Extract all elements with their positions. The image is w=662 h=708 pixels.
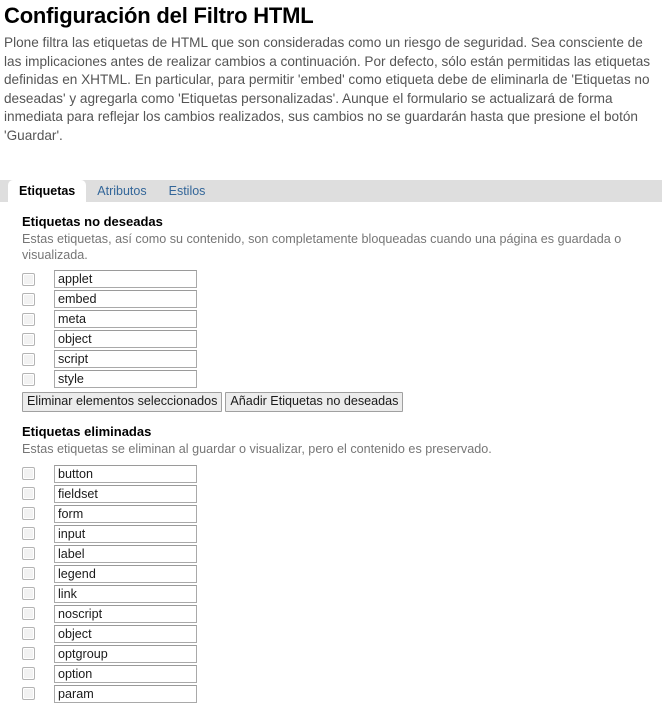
list-item bbox=[22, 484, 662, 504]
list-item bbox=[22, 349, 662, 369]
tag-list-no-deseadas bbox=[22, 263, 662, 389]
tag-value-input[interactable] bbox=[54, 504, 197, 523]
list-item bbox=[22, 584, 662, 604]
list-item bbox=[22, 464, 662, 484]
tag-value-input[interactable] bbox=[54, 290, 197, 308]
tag-value-input[interactable] bbox=[54, 270, 197, 288]
tag-value-input[interactable] bbox=[54, 310, 197, 328]
list-item bbox=[22, 524, 662, 544]
list-item bbox=[22, 504, 662, 524]
row-checkbox[interactable] bbox=[22, 527, 35, 540]
list-item bbox=[22, 644, 662, 664]
row-checkbox[interactable] bbox=[22, 292, 35, 306]
tab-etiquetas[interactable]: Etiquetas bbox=[8, 180, 87, 202]
row-checkbox[interactable] bbox=[22, 547, 35, 560]
row-checkbox[interactable] bbox=[22, 372, 35, 386]
list-item bbox=[22, 684, 662, 704]
row-checkbox[interactable] bbox=[22, 587, 35, 600]
list-item bbox=[22, 309, 662, 329]
row-checkbox[interactable] bbox=[22, 272, 35, 286]
row-checkbox[interactable] bbox=[22, 687, 35, 700]
tab-estilos[interactable]: Estilos bbox=[158, 180, 217, 202]
row-checkbox[interactable] bbox=[22, 647, 35, 660]
list-item bbox=[22, 269, 662, 289]
page-title: Configuración del Filtro HTML bbox=[4, 3, 314, 28]
section-description: Estas etiquetas, así como su contenido, … bbox=[22, 232, 622, 262]
tag-value-input[interactable] bbox=[54, 644, 197, 663]
tag-value-input[interactable] bbox=[54, 544, 197, 563]
list-item bbox=[22, 624, 662, 644]
list-item bbox=[22, 564, 662, 584]
page-intro-text: Plone filtra las etiquetas de HTML que s… bbox=[4, 35, 651, 143]
tag-value-input[interactable] bbox=[54, 624, 197, 643]
section-title: Etiquetas no deseadas bbox=[22, 214, 163, 229]
row-checkbox[interactable] bbox=[22, 352, 35, 366]
tag-value-input[interactable] bbox=[54, 370, 197, 388]
tag-value-input[interactable] bbox=[54, 464, 197, 483]
row-checkbox[interactable] bbox=[22, 312, 35, 326]
html-filter-settings-page: Configuración del Filtro HTML Plone filt… bbox=[0, 0, 662, 708]
section-etiquetas-no-deseadas: Etiquetas no deseadas Estas etiquetas, a… bbox=[0, 202, 662, 412]
tag-value-input[interactable] bbox=[54, 524, 197, 543]
list-item bbox=[22, 604, 662, 624]
tab-bar: Etiquetas Atributos Estilos bbox=[0, 180, 662, 202]
row-checkbox[interactable] bbox=[22, 667, 35, 680]
list-item bbox=[22, 329, 662, 349]
tag-value-input[interactable] bbox=[54, 684, 197, 703]
tag-value-input[interactable] bbox=[54, 664, 197, 683]
tag-value-input[interactable] bbox=[54, 350, 197, 368]
section-title: Etiquetas eliminadas bbox=[22, 424, 152, 439]
list-item bbox=[22, 544, 662, 564]
tag-value-input[interactable] bbox=[54, 604, 197, 623]
row-checkbox[interactable] bbox=[22, 467, 35, 480]
tag-value-input[interactable] bbox=[54, 564, 197, 583]
list-item bbox=[22, 289, 662, 309]
tag-value-input[interactable] bbox=[54, 330, 197, 348]
section-description: Estas etiquetas se eliminan al guardar o… bbox=[22, 442, 492, 456]
tab-strip: Etiquetas Atributos Estilos bbox=[0, 180, 662, 202]
tag-value-input[interactable] bbox=[54, 484, 197, 503]
row-checkbox[interactable] bbox=[22, 487, 35, 500]
add-unwanted-tag-button[interactable]: Añadir Etiquetas no deseadas bbox=[225, 392, 404, 412]
tab-panel-etiquetas: Etiquetas no deseadas Estas etiquetas, a… bbox=[0, 202, 662, 704]
row-checkbox[interactable] bbox=[22, 567, 35, 580]
tag-list-eliminadas bbox=[22, 458, 662, 704]
row-checkbox[interactable] bbox=[22, 332, 35, 346]
list-item bbox=[22, 664, 662, 684]
section-etiquetas-eliminadas: Etiquetas eliminadas Estas etiquetas se … bbox=[0, 412, 662, 704]
button-row: Eliminar elementos seleccionados Añadir … bbox=[22, 389, 662, 412]
row-checkbox[interactable] bbox=[22, 627, 35, 640]
remove-selected-items-button[interactable]: Eliminar elementos seleccionados bbox=[22, 392, 223, 412]
row-checkbox[interactable] bbox=[22, 607, 35, 620]
tag-value-input[interactable] bbox=[54, 584, 197, 603]
tab-atributos[interactable]: Atributos bbox=[86, 180, 157, 202]
list-item bbox=[22, 369, 662, 389]
row-checkbox[interactable] bbox=[22, 507, 35, 520]
